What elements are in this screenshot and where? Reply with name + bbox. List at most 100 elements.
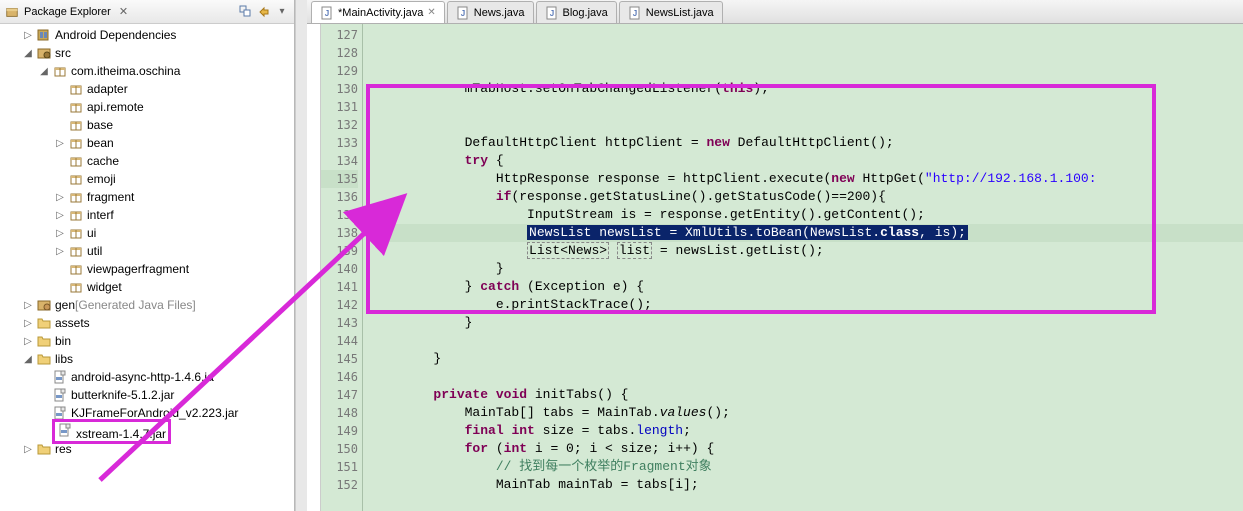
tree-item[interactable]: emoji xyxy=(0,170,294,188)
tree-item[interactable]: android-async-http-1.4.6.ja xyxy=(0,368,294,386)
code-line[interactable]: mTabHost.setOnTabChangedListener(this); xyxy=(371,80,1243,98)
src-icon xyxy=(36,45,52,61)
line-number: 135 xyxy=(321,170,358,188)
code-line[interactable] xyxy=(371,368,1243,386)
tree-item-label: cache xyxy=(87,154,119,168)
fold-gutter[interactable] xyxy=(307,24,321,511)
twisty-icon[interactable]: ◢ xyxy=(20,354,36,365)
code-line[interactable]: } xyxy=(371,350,1243,368)
package-tree[interactable]: ▷Android Dependencies◢src◢com.itheima.os… xyxy=(0,24,294,511)
twisty-icon[interactable]: ◢ xyxy=(20,48,36,59)
line-number: 144 xyxy=(321,332,358,350)
collapse-all-icon[interactable] xyxy=(238,4,254,20)
package-explorer-icon xyxy=(4,4,20,20)
tree-item[interactable]: ◢ libs xyxy=(0,350,294,368)
code-line[interactable]: } catch (Exception e) { xyxy=(371,278,1243,296)
code-area[interactable]: mTabHost.setOnTabChangedListener(this); … xyxy=(363,24,1243,511)
twisty-icon[interactable]: ▷ xyxy=(52,228,68,239)
tab-label: Blog.java xyxy=(563,7,608,19)
line-number: 129 xyxy=(321,62,358,80)
tree-item[interactable]: ▷ui xyxy=(0,224,294,242)
twisty-icon[interactable]: ▷ xyxy=(20,318,36,329)
twisty-icon[interactable]: ▷ xyxy=(52,246,68,257)
tree-item[interactable]: viewpagerfragment xyxy=(0,260,294,278)
tree-item[interactable]: ▷bin xyxy=(0,332,294,350)
twisty-icon[interactable]: ▷ xyxy=(20,30,36,41)
tree-item[interactable]: ▷assets xyxy=(0,314,294,332)
tab-label: NewsList.java xyxy=(646,7,714,19)
tree-item-label: xstream-1.4.7.jar xyxy=(76,427,166,441)
java-file-icon: J xyxy=(628,6,642,20)
tree-item[interactable]: ▷ Android Dependencies xyxy=(0,26,294,44)
twisty-icon[interactable]: ▷ xyxy=(20,444,36,455)
close-icon[interactable]: ✕ xyxy=(119,5,128,18)
twisty-icon[interactable]: ▷ xyxy=(52,138,68,149)
tree-item[interactable]: butterknife-5.1.2.jar xyxy=(0,386,294,404)
tree-item-label: base xyxy=(87,118,113,132)
tree-item[interactable]: ▷ util xyxy=(0,242,294,260)
tree-item-label: adapter xyxy=(87,82,128,96)
tree-item-label: android-async-http-1.4.6.ja xyxy=(71,370,214,384)
package-explorer-panel: Package Explorer ✕ ▾ ▷Android Dependenci… xyxy=(0,0,295,511)
twisty-icon[interactable]: ◢ xyxy=(36,66,52,77)
editor-tab[interactable]: J*MainActivity.java✕ xyxy=(311,1,445,23)
tree-item-label: Android Dependencies xyxy=(55,28,176,42)
tree-item[interactable]: base xyxy=(0,116,294,134)
code-line[interactable]: List<News> list = newsList.getList(); xyxy=(371,242,1243,260)
close-icon[interactable]: ✕ xyxy=(427,7,435,18)
code-line[interactable] xyxy=(371,98,1243,116)
code-line[interactable]: for (int i = 0; i < size; i++) { xyxy=(371,440,1243,458)
line-number: 149 xyxy=(321,422,358,440)
pkg-icon xyxy=(68,117,84,133)
tree-item-label: src xyxy=(55,46,71,60)
tree-item[interactable]: ▷interf xyxy=(0,206,294,224)
tree-item[interactable]: ▷gen [Generated Java Files] xyxy=(0,296,294,314)
tree-item[interactable]: cache xyxy=(0,152,294,170)
code-line[interactable]: private void initTabs() { xyxy=(371,386,1243,404)
tree-item[interactable]: ▷ fragment xyxy=(0,188,294,206)
tree-item-label: widget xyxy=(87,280,122,294)
tree-item-label: libs xyxy=(55,352,73,366)
code-line[interactable]: MainTab mainTab = tabs[i]; xyxy=(371,476,1243,494)
tree-item[interactable]: adapter xyxy=(0,80,294,98)
svg-text:J: J xyxy=(549,9,553,18)
java-file-icon: J xyxy=(456,6,470,20)
twisty-icon[interactable]: ▷ xyxy=(52,210,68,221)
line-number: 140 xyxy=(321,260,358,278)
editor-tab[interactable]: J Blog.java xyxy=(536,1,617,23)
code-line[interactable]: } xyxy=(371,260,1243,278)
tree-item-label: util xyxy=(87,244,102,258)
tree-item[interactable]: api.remote xyxy=(0,98,294,116)
code-line[interactable]: HttpResponse response = httpClient.execu… xyxy=(371,170,1243,188)
code-line[interactable]: try { xyxy=(371,152,1243,170)
code-line[interactable]: DefaultHttpClient httpClient = new Defau… xyxy=(371,134,1243,152)
tree-item[interactable]: ◢com.itheima.oschina xyxy=(0,62,294,80)
code-line[interactable] xyxy=(371,494,1243,511)
twisty-icon[interactable]: ▷ xyxy=(20,300,36,311)
code-line[interactable]: } xyxy=(371,314,1243,332)
editor-tab[interactable]: JNews.java xyxy=(447,1,534,23)
code-line[interactable]: MainTab[] tabs = MainTab.values(); xyxy=(371,404,1243,422)
code-line[interactable] xyxy=(371,332,1243,350)
code-line[interactable]: NewsList newsList = XmlUtils.toBean(News… xyxy=(371,224,1243,242)
twisty-icon[interactable]: ▷ xyxy=(20,336,36,347)
tree-item[interactable]: widget xyxy=(0,278,294,296)
tree-item[interactable]: ▷ bean xyxy=(0,134,294,152)
code-line[interactable]: if(response.getStatusLine().getStatusCod… xyxy=(371,188,1243,206)
folder-icon xyxy=(36,351,52,367)
tree-item[interactable]: ◢ src xyxy=(0,44,294,62)
code-line[interactable]: // 找到每一个枚举的Fragment对象 xyxy=(371,458,1243,476)
twisty-icon[interactable]: ▷ xyxy=(52,192,68,203)
tree-item-label: fragment xyxy=(87,190,134,204)
code-line[interactable]: final int size = tabs.length; xyxy=(371,422,1243,440)
view-menu-icon[interactable]: ▾ xyxy=(274,4,290,20)
tree-item-label: res xyxy=(55,442,72,456)
editor-tab[interactable]: J NewsList.java xyxy=(619,1,723,23)
tree-item-label: bean xyxy=(87,136,114,150)
link-editor-icon[interactable] xyxy=(256,4,272,20)
code-line[interactable] xyxy=(371,116,1243,134)
tree-item[interactable]: xstream-1.4.7.jar xyxy=(0,422,294,440)
code-line[interactable]: InputStream is = response.getEntity().ge… xyxy=(371,206,1243,224)
code-line[interactable]: e.printStackTrace(); xyxy=(371,296,1243,314)
sidebar-scrollbar[interactable] xyxy=(295,0,307,511)
